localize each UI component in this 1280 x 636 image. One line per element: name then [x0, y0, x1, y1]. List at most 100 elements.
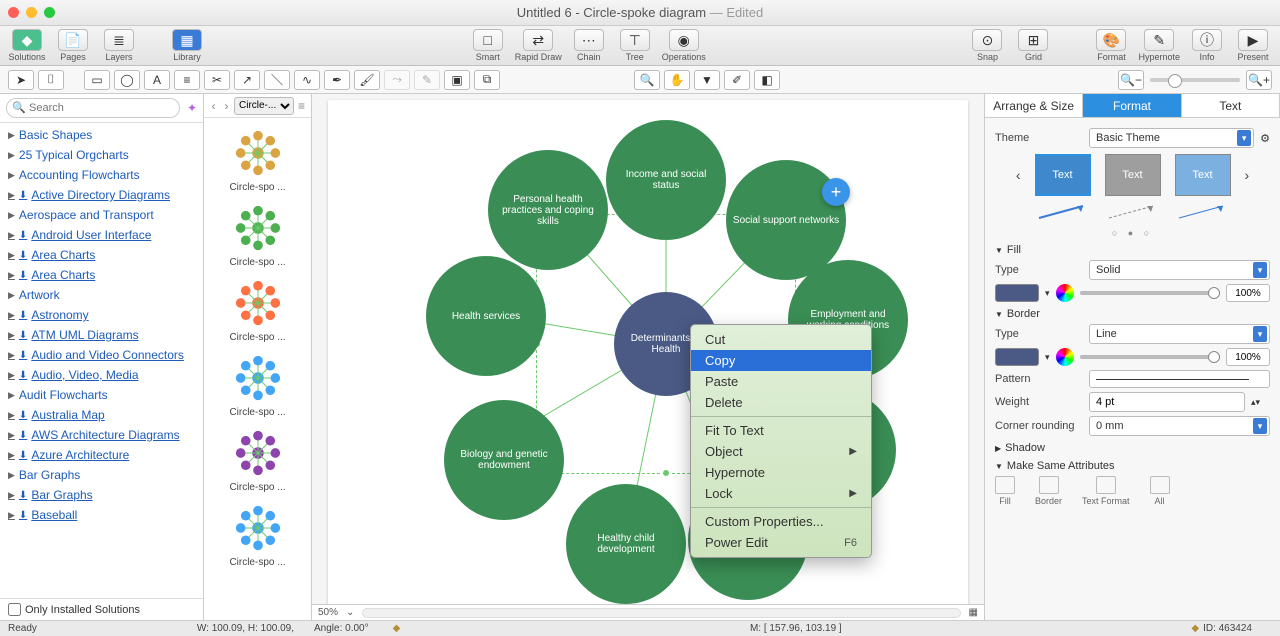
fill-color-picker[interactable] — [1056, 284, 1074, 302]
shadow-section[interactable]: ▶Shadow — [995, 442, 1270, 454]
category-item[interactable]: ▶⬇ Active Directory Diagrams — [0, 185, 203, 205]
spoke-circle[interactable]: Biology and genetic endowment — [444, 400, 564, 520]
grid-button[interactable]: ⊞Grid — [1014, 29, 1052, 62]
category-item[interactable]: ▶⬇ ATM UML Diagrams — [0, 325, 203, 345]
text-select-tool[interactable]: ⌷ — [38, 70, 64, 90]
group-tool[interactable]: ⧉ — [474, 70, 500, 90]
same-text-button[interactable]: Text Format — [1082, 476, 1130, 506]
operations-button[interactable]: ◉Operations — [662, 29, 706, 62]
zoom-in-button[interactable]: 🔍+ — [1246, 70, 1272, 90]
category-item[interactable]: ▶⬇ Australia Map — [0, 405, 203, 425]
zoom-out-button[interactable]: 🔍− — [1118, 70, 1144, 90]
spoke-circle[interactable]: Personal health practices and coping ski… — [488, 150, 608, 270]
arrow-style-3[interactable] — [1175, 202, 1231, 222]
shape-thumbnail[interactable]: Circle-spo ... — [204, 197, 311, 272]
chain-button[interactable]: ⋯Chain — [570, 29, 608, 62]
fill-section[interactable]: ▼Fill — [995, 244, 1270, 256]
shapes-list[interactable]: Circle-spo ...Circle-spo ...Circle-spo .… — [204, 118, 311, 620]
category-item[interactable]: ▶Audit Flowcharts — [0, 385, 203, 405]
arrow-style-2[interactable] — [1105, 202, 1161, 222]
style-preset-2[interactable]: Text — [1105, 154, 1161, 196]
spoke-circle[interactable]: Healthy child development — [566, 484, 686, 604]
shape-thumbnail[interactable]: Circle-spo ... — [204, 272, 311, 347]
same-border-button[interactable]: Border — [1035, 476, 1062, 506]
shapes-menu-button[interactable]: ≡ — [296, 98, 307, 114]
border-opacity-input[interactable] — [1226, 348, 1270, 366]
add-spoke-button[interactable]: + — [822, 178, 850, 206]
pointer-tool[interactable]: ➤ — [8, 70, 34, 90]
style-preset-3[interactable]: Text — [1175, 154, 1231, 196]
border-color-swatch[interactable] — [995, 348, 1039, 366]
pen-tool[interactable]: ✒ — [324, 70, 350, 90]
tree-button[interactable]: ⊤Tree — [616, 29, 654, 62]
zoom-slider[interactable] — [1150, 78, 1240, 82]
rectangle-tool[interactable]: ▭ — [84, 70, 110, 90]
snap-button[interactable]: ⊙Snap — [968, 29, 1006, 62]
same-all-button[interactable]: All — [1150, 476, 1170, 506]
ctx-paste[interactable]: Paste — [691, 371, 871, 392]
spoke-circle[interactable]: Social support networks — [726, 160, 846, 280]
category-item[interactable]: ▶⬇ Baseball — [0, 505, 203, 525]
corner-select[interactable]: 0 mm — [1089, 416, 1270, 436]
zoom-level[interactable]: 50% — [318, 607, 338, 618]
tab-format[interactable]: Format — [1083, 94, 1181, 117]
style-next-button[interactable]: › — [1245, 167, 1250, 183]
arrow-style-1[interactable] — [1035, 202, 1091, 222]
page[interactable]: Determinants of Health Income and social… — [328, 100, 968, 604]
horizontal-scrollbar[interactable] — [362, 608, 960, 618]
brush-tool[interactable]: 🖌 — [354, 70, 380, 90]
text-tool[interactable]: A — [144, 70, 170, 90]
style-prev-button[interactable]: ‹ — [1016, 167, 1021, 183]
fill-color-swatch[interactable] — [995, 284, 1039, 302]
solutions-button[interactable]: ◆Solutions — [8, 29, 46, 62]
category-item[interactable]: ▶⬇ Area Charts — [0, 265, 203, 285]
ctx-hypernote[interactable]: Hypernote — [691, 462, 871, 483]
ctx-fit[interactable]: Fit To Text — [691, 420, 871, 441]
theme-settings-icon[interactable]: ⚙ — [1260, 132, 1270, 145]
fill-opacity-slider[interactable] — [1080, 291, 1220, 295]
fill-type-select[interactable]: Solid — [1089, 260, 1270, 280]
style-page-dots[interactable]: ○ ● ○ — [995, 228, 1270, 238]
library-button[interactable]: ▦Library — [168, 29, 206, 62]
border-type-select[interactable]: Line — [1089, 324, 1270, 344]
ellipse-tool[interactable]: ◯ — [114, 70, 140, 90]
ctx-cut[interactable]: Cut — [691, 329, 871, 350]
category-item[interactable]: ▶⬇ Area Charts — [0, 245, 203, 265]
category-item[interactable]: ▶Accounting Flowcharts — [0, 165, 203, 185]
ctx-copy[interactable]: Copy — [691, 350, 871, 371]
category-item[interactable]: ▶⬇ Bar Graphs — [0, 485, 203, 505]
border-section[interactable]: ▼Border — [995, 308, 1270, 320]
info-button[interactable]: ⓘInfo — [1188, 29, 1226, 62]
border-color-picker[interactable] — [1056, 348, 1074, 366]
category-item[interactable]: ▶25 Typical Orgcharts — [0, 145, 203, 165]
connector-tool[interactable]: ⤳ — [384, 70, 410, 90]
crop-tool[interactable]: ▣ — [444, 70, 470, 90]
category-item[interactable]: ▶⬇ Audio, Video, Media — [0, 365, 203, 385]
stamp-tool[interactable]: ▼ — [694, 70, 720, 90]
ctx-object[interactable]: Object▶ — [691, 441, 871, 462]
category-item[interactable]: ▶⬇ Audio and Video Connectors — [0, 345, 203, 365]
tab-text[interactable]: Text — [1182, 94, 1280, 117]
theme-select[interactable]: Basic Theme — [1089, 128, 1254, 148]
search-input[interactable] — [6, 98, 180, 118]
pages-button[interactable]: 📄Pages — [54, 29, 92, 62]
textbox-tool[interactable]: ≡ — [174, 70, 200, 90]
callout-tool[interactable]: ✂ — [204, 70, 230, 90]
ctx-lock[interactable]: Lock▶ — [691, 483, 871, 504]
border-opacity-slider[interactable] — [1080, 355, 1220, 359]
pattern-select[interactable] — [1089, 370, 1270, 388]
present-button[interactable]: ▶Present — [1234, 29, 1272, 62]
edit-tool[interactable]: ✎ — [414, 70, 440, 90]
fill-opacity-input[interactable] — [1226, 284, 1270, 302]
spoke-circle[interactable]: Income and social status — [606, 120, 726, 240]
shapes-back-button[interactable]: ‹ — [208, 98, 219, 114]
canvas[interactable]: Determinants of Health Income and social… — [312, 94, 984, 604]
category-item[interactable]: ▶Basic Shapes — [0, 125, 203, 145]
category-item[interactable]: ▶Bar Graphs — [0, 465, 203, 485]
category-list[interactable]: ▶Basic Shapes▶25 Typical Orgcharts▶Accou… — [0, 123, 203, 598]
shape-thumbnail[interactable]: Circle-spo ... — [204, 497, 311, 572]
spoke-circle[interactable]: Health services — [426, 256, 546, 376]
hypernote-button[interactable]: ✎Hypernote — [1138, 29, 1180, 62]
smart-button[interactable]: □Smart — [469, 29, 507, 62]
category-item[interactable]: ▶⬇ Astronomy — [0, 305, 203, 325]
